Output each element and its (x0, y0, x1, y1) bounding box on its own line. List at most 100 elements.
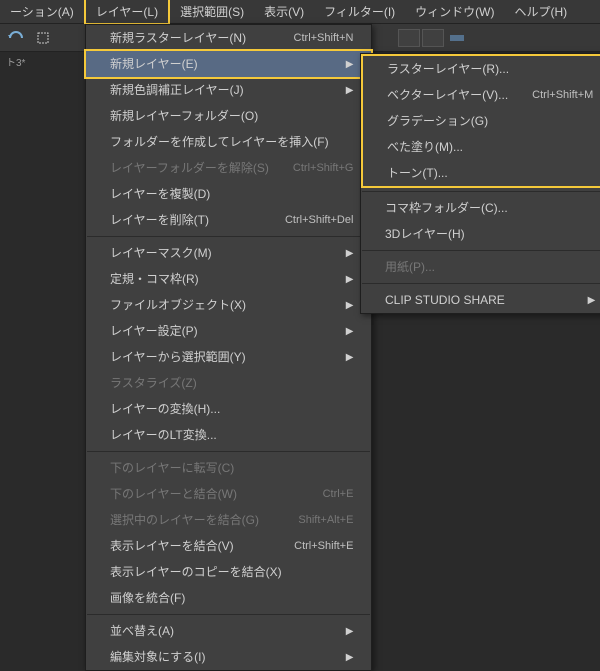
tool-box-2[interactable] (422, 29, 444, 47)
menu-item[interactable]: 新規色調補正レイヤー(J) ▶ (86, 77, 371, 103)
menu-item[interactable]: フォルダーを作成してレイヤーを挿入(F) (86, 129, 371, 155)
menu-item[interactable]: トーン(T)... (363, 160, 600, 186)
menu-item-label: ベクターレイヤー(V)... (387, 86, 508, 104)
menubar-item-1[interactable]: レイヤー(L) (84, 0, 170, 25)
chevron-right-icon: ▶ (346, 298, 354, 313)
menu-item[interactable]: 並べ替え(A) ▶ (86, 618, 371, 644)
menu-item[interactable]: レイヤーから選択範囲(Y)▶ (86, 344, 371, 370)
chevron-right-icon: ▶ (346, 57, 354, 72)
menu-item-label: フォルダーを作成してレイヤーを挿入(F) (110, 133, 329, 151)
menu-separator (362, 250, 600, 251)
menu-item[interactable]: ベクターレイヤー(V)... Ctrl+Shift+M (363, 82, 600, 108)
highlighted-submenu-group: ラスターレイヤー(R)... ベクターレイヤー(V)... Ctrl+Shift+M… (361, 54, 600, 188)
menu-shortcut: Ctrl+Shift+N (294, 30, 354, 47)
menu-shortcut: Ctrl+Shift+Del (285, 212, 353, 229)
menu-item[interactable]: 定規・コマ枠(R)▶ (86, 266, 371, 292)
menubar-item-3[interactable]: 表示(V) (254, 0, 314, 23)
menu-separator (87, 236, 370, 237)
chevron-right-icon: ▶ (346, 246, 354, 261)
menu-item[interactable]: 新規レイヤーフォルダー(O) (86, 103, 371, 129)
menu-item-label: ファイルオブジェクト(X) (110, 296, 246, 314)
menu-item-label: 新規レイヤーフォルダー(O) (110, 107, 258, 125)
menu-separator (87, 614, 370, 615)
menu-item[interactable]: レイヤーを複製(D) (86, 181, 371, 207)
menu-item-label: CLIP STUDIO SHARE (385, 291, 505, 309)
menu-item-label: グラデーション(G) (387, 112, 488, 130)
menu-item-label: トーン(T)... (387, 164, 448, 182)
menu-item[interactable]: レイヤーの変換(H)... (86, 396, 371, 422)
menu-item-label: 新規色調補正レイヤー(J) (110, 81, 244, 99)
new-layer-submenu: ラスターレイヤー(R)... ベクターレイヤー(V)... Ctrl+Shift+M… (360, 53, 600, 314)
menu-item-label: 新規レイヤー(E) (110, 55, 198, 73)
chevron-right-icon: ▶ (346, 650, 354, 665)
undo-icon[interactable] (6, 27, 28, 49)
menu-item-label: 下のレイヤーに転写(C) (110, 459, 234, 477)
menubar-item-6[interactable]: ヘルプ(H) (505, 0, 578, 23)
menu-item[interactable]: ファイルオブジェクト(X) ▶ (86, 292, 371, 318)
menu-item-label: 3Dレイヤー(H) (385, 225, 465, 243)
menu-item-label: レイヤーの変換(H)... (110, 400, 220, 418)
menu-item: ラスタライズ(Z) (86, 370, 371, 396)
menu-item: レイヤーフォルダーを解除(S) Ctrl+Shift+G (86, 155, 371, 181)
menu-item[interactable]: 表示レイヤーを結合(V) Ctrl+Shift+E (86, 533, 371, 559)
menu-item[interactable]: レイヤーのLT変換... (86, 422, 371, 448)
menu-item-label: レイヤーを削除(T) (110, 211, 209, 229)
menu-shortcut: Ctrl+Shift+E (294, 538, 353, 555)
menu-item[interactable]: 画像を統合(F) (86, 585, 371, 611)
menu-item-label: 下のレイヤーと結合(W) (110, 485, 237, 503)
tool-box-1[interactable] (398, 29, 420, 47)
menu-item[interactable]: 新規ラスターレイヤー(N) Ctrl+Shift+N (86, 25, 371, 51)
chevron-right-icon: ▶ (346, 324, 354, 339)
menu-item-label: レイヤー設定(P) (110, 322, 198, 340)
menu-item-label: レイヤーフォルダーを解除(S) (110, 159, 269, 177)
crop-icon[interactable] (32, 27, 54, 49)
menu-item-label: 並べ替え(A) (110, 622, 174, 640)
menubar-item-2[interactable]: 選択範囲(S) (170, 0, 254, 23)
menu-separator (87, 451, 370, 452)
menu-shortcut: Ctrl+Shift+M (532, 87, 593, 104)
menu-item-label: コマ枠フォルダー(C)... (385, 199, 508, 217)
chevron-right-icon: ▶ (346, 83, 354, 98)
menu-shortcut: Shift+Alt+E (298, 512, 353, 529)
menu-item[interactable]: レイヤーを削除(T) Ctrl+Shift+Del (86, 207, 371, 233)
chevron-right-icon: ▶ (346, 624, 354, 639)
menu-item: 用紙(P)... (361, 254, 600, 280)
chevron-right-icon: ▶ (588, 293, 596, 308)
menu-item-label: レイヤーを複製(D) (110, 185, 210, 203)
menu-item: 下のレイヤーに転写(C) (86, 455, 371, 481)
menu-item-label: 画像を統合(F) (110, 589, 185, 607)
menu-item[interactable]: べた塗り(M)... (363, 134, 600, 160)
menu-item-label: レイヤーから選択範囲(Y) (110, 348, 246, 366)
menu-separator (362, 191, 600, 192)
menu-item[interactable]: 編集対象にする(I)▶ (86, 644, 371, 670)
menu-item[interactable]: 3Dレイヤー(H) (361, 221, 600, 247)
menubar-item-4[interactable]: フィルター(I) (314, 0, 405, 23)
toolbar-right-group (398, 27, 468, 49)
menu-item[interactable]: コマ枠フォルダー(C)... (361, 195, 600, 221)
menu-item-label: 新規ラスターレイヤー(N) (110, 29, 246, 47)
menubar-item-5[interactable]: ウィンドウ(W) (405, 0, 504, 23)
menubar-item-0[interactable]: ーション(A) (0, 0, 84, 23)
menu-item-label: 選択中のレイヤーを結合(G) (110, 511, 259, 529)
menu-item-label: レイヤーマスク(M) (110, 244, 212, 262)
menu-item-label: べた塗り(M)... (387, 138, 463, 156)
menu-item[interactable]: レイヤーマスク(M) ▶ (86, 240, 371, 266)
menu-separator (362, 283, 600, 284)
highlighted-menu-item: 新規レイヤー(E) ▶ (84, 49, 373, 79)
menu-item-label: 表示レイヤーを結合(V) (110, 537, 234, 555)
menu-item[interactable]: 新規レイヤー(E) ▶ (86, 51, 371, 77)
menubar: ーション(A)レイヤー(L)選択範囲(S)表示(V)フィルター(I)ウィンドウ(… (0, 0, 600, 24)
menu-item[interactable]: レイヤー設定(P) ▶ (86, 318, 371, 344)
menu-item: 選択中のレイヤーを結合(G) Shift+Alt+E (86, 507, 371, 533)
chevron-right-icon: ▶ (346, 272, 354, 287)
tool-brush-icon[interactable] (446, 27, 468, 49)
menu-item[interactable]: グラデーション(G) (363, 108, 600, 134)
menu-item[interactable]: ラスターレイヤー(R)... (363, 56, 600, 82)
layer-menu: 新規ラスターレイヤー(N)Ctrl+Shift+N新規レイヤー(E)▶新規色調補… (85, 24, 372, 671)
menu-item: 下のレイヤーと結合(W) Ctrl+E (86, 481, 371, 507)
menu-item[interactable]: 表示レイヤーのコピーを結合(X) (86, 559, 371, 585)
menu-shortcut: Ctrl+E (323, 486, 354, 503)
menu-item-label: ラスタライズ(Z) (110, 374, 197, 392)
menu-shortcut: Ctrl+Shift+G (293, 160, 354, 177)
menu-item[interactable]: CLIP STUDIO SHARE ▶ (361, 287, 600, 313)
